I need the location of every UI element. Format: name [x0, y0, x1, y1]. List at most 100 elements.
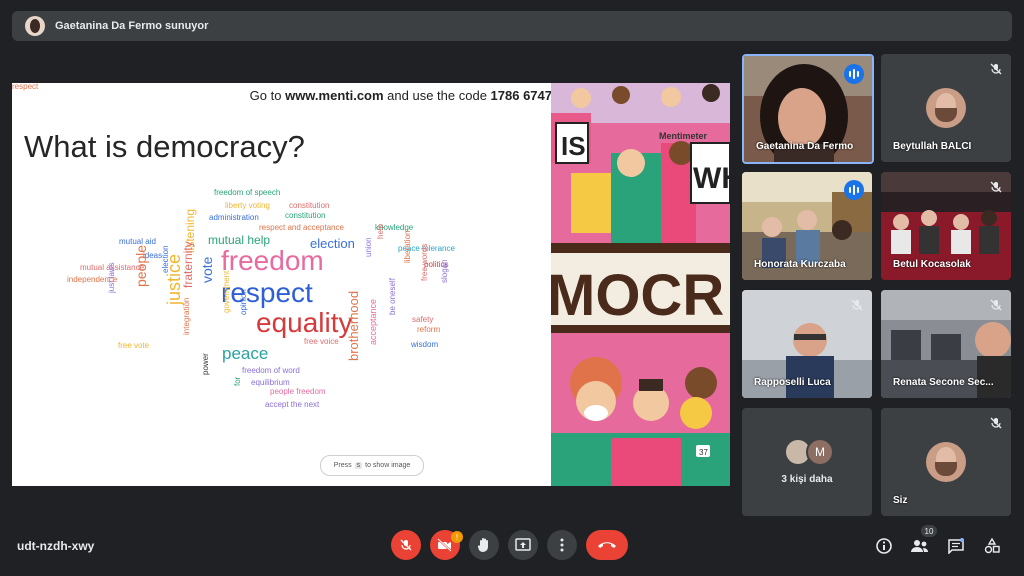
participant-name: Gaetanina Da Fermo	[756, 141, 854, 152]
more-participants-tile[interactable]: M 3 kişi daha	[742, 408, 872, 516]
present-icon	[515, 538, 531, 551]
more-participants-label: 3 kişi daha	[781, 474, 833, 485]
word-cloud-word: peace	[222, 344, 269, 363]
chat-button[interactable]	[946, 536, 966, 556]
avatar	[926, 88, 966, 128]
more-vert-icon	[560, 538, 564, 552]
mic-off-icon	[851, 299, 863, 311]
hand-icon	[477, 538, 488, 552]
show-image-hint[interactable]: Press s to show image	[320, 455, 424, 476]
mic-off-icon	[990, 417, 1002, 429]
presenter-label: Gaetanina Da Fermo sunuyor	[55, 20, 209, 32]
slide-artwork: IS WH Mentimeter MOCR 37	[551, 83, 730, 486]
meeting-code: udt-nzdh-xwy	[17, 539, 95, 553]
presenter-avatar	[25, 16, 45, 36]
participant-name: Beytullah BALCI	[893, 141, 972, 152]
avatar-initial: M	[806, 438, 834, 466]
word-cloud-word: safety	[412, 315, 434, 324]
sign-is: IS	[561, 131, 586, 161]
speaking-indicator-icon	[844, 180, 864, 200]
chat-icon	[948, 538, 964, 554]
word-cloud-word: acceptance	[368, 298, 378, 345]
word-cloud-word: free voice	[304, 337, 339, 346]
sign-democracy: MOCR	[551, 263, 724, 328]
self-tile[interactable]: Siz	[881, 408, 1011, 516]
word-cloud-word: power	[201, 353, 210, 375]
participant-tile[interactable]: Honorata Kurczaba	[742, 172, 872, 280]
word-cloud-word: justice	[164, 253, 184, 305]
word-cloud-word: people	[133, 244, 149, 287]
word-cloud-word: opinion	[239, 289, 248, 315]
self-name: Siz	[893, 495, 908, 506]
mic-off-icon	[990, 63, 1002, 75]
word-cloud-word: help	[376, 223, 385, 239]
avatar	[926, 442, 966, 482]
press-suffix: to show image	[365, 462, 411, 469]
word-cloud-word: respect	[221, 277, 313, 308]
participant-tile[interactable]: Rapposelli Luca	[742, 290, 872, 398]
protest-illustration: IS WH Mentimeter MOCR 37	[551, 83, 730, 486]
word-cloud-word: free words	[420, 243, 429, 281]
word-cloud-word: accept the next	[265, 400, 320, 409]
alert-badge: !	[451, 531, 463, 543]
activities-button[interactable]	[982, 536, 1002, 556]
word-cloud-word: government	[222, 270, 231, 313]
participants-count-badge: 10	[921, 525, 937, 537]
shared-presentation: Go to www.menti.com and use the code 178…	[12, 83, 730, 486]
participant-name: Rapposelli Luca	[754, 377, 831, 388]
word-cloud-word: freedom	[221, 245, 324, 276]
mic-off-icon	[400, 539, 412, 551]
word-cloud-word: constitution	[289, 201, 330, 210]
word-cloud-word: people freedom	[270, 387, 326, 396]
mic-off-icon	[990, 299, 1002, 311]
word-cloud: freedom of speech liberty voting constitut…	[12, 83, 552, 486]
word-cloud-word: administration	[209, 213, 259, 222]
word-cloud-word: respect	[12, 83, 39, 91]
word-cloud-word: just laws	[107, 262, 116, 293]
leave-call-button[interactable]	[586, 530, 628, 560]
hang-up-icon	[598, 542, 616, 548]
raise-hand-button[interactable]	[469, 530, 499, 560]
mentimeter-logo: Mentimeter	[659, 131, 708, 141]
word-cloud-word: vote	[199, 256, 215, 283]
word-cloud-word: integration	[182, 297, 191, 335]
camera-off-icon	[437, 538, 452, 552]
presentation-banner: Gaetanina Da Fermo sunuyor	[12, 11, 1012, 41]
word-cloud-word: reform	[417, 325, 441, 334]
word-cloud-word: equilibrium	[251, 378, 290, 387]
word-cloud-word: wisdom	[411, 340, 439, 349]
audience-count: 37	[699, 448, 708, 457]
word-cloud-word: equality	[256, 307, 353, 338]
word-cloud-word: liberty voting	[225, 201, 270, 210]
participants-button[interactable]	[910, 536, 930, 556]
press-key: s	[354, 462, 363, 469]
participant-name: Betul Kocasolak	[893, 259, 971, 270]
word-cloud-word: constitution	[285, 211, 326, 220]
participant-name: Honorata Kurczaba	[754, 259, 846, 270]
word-cloud-word: for	[233, 376, 242, 386]
word-cloud-word: free vote	[118, 341, 150, 350]
participant-tile[interactable]: Beytullah BALCI	[881, 54, 1011, 162]
sign-wh: WH	[693, 162, 730, 195]
people-icon	[911, 540, 928, 552]
participant-tile[interactable]: Betul Kocasolak	[881, 172, 1011, 280]
word-cloud-word: be oneself	[388, 278, 397, 315]
mic-toggle-button[interactable]	[391, 530, 421, 560]
present-screen-button[interactable]	[508, 530, 538, 560]
word-cloud-word: brotherhood	[346, 290, 361, 361]
meeting-details-button[interactable]	[874, 536, 894, 556]
participant-tile[interactable]: Renata Secone Sec...	[881, 290, 1011, 398]
word-cloud-word: freedom of speech	[214, 188, 281, 197]
word-cloud-word: liberation	[403, 230, 412, 263]
word-cloud-word: respect and acceptance	[259, 223, 344, 232]
word-cloud-word: slogan	[440, 259, 449, 283]
info-icon	[876, 538, 892, 554]
speaking-indicator-icon	[844, 64, 864, 84]
press-prefix: Press	[333, 462, 352, 469]
mic-off-icon	[990, 181, 1002, 193]
word-cloud-word: union	[364, 237, 373, 257]
word-cloud-word: freedom of word	[242, 366, 300, 375]
more-options-button[interactable]	[547, 530, 577, 560]
participant-name: Renata Secone Sec...	[893, 377, 994, 388]
participant-tile[interactable]: Gaetanina Da Fermo	[742, 54, 874, 164]
